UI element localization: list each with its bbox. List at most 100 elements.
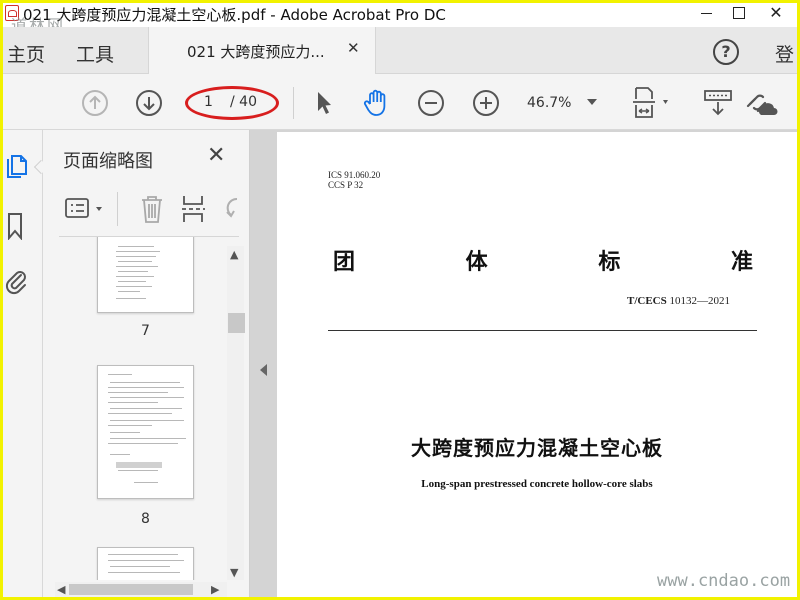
page-fit-icon[interactable]: [630, 85, 674, 121]
navigation-rail: [3, 130, 49, 597]
scroll-mode-icon[interactable]: [702, 87, 734, 119]
thumbnail-horizontal-scrollbar[interactable]: ◀ ▶: [55, 582, 227, 597]
thumbnail-text-line: [110, 397, 184, 398]
page-thumbnails-icon[interactable]: [6, 154, 28, 180]
thumbnail-text-line: [108, 554, 178, 555]
zoom-dropdown-chevron-icon[interactable]: [587, 99, 597, 105]
standard-type-char: 标: [598, 250, 621, 275]
standard-number-prefix: T/CECS: [627, 295, 667, 307]
thumbnail-text-line: [118, 271, 148, 272]
thumbnail-text-line: [108, 560, 184, 561]
thumbnail-text-line: [108, 572, 180, 573]
thumbnail-list: 7 8: [43, 237, 243, 580]
thumbnail-text-line: [108, 425, 152, 426]
horizontal-scroll-thumb[interactable]: [69, 584, 193, 595]
standard-type-heading: 团 体 标 准: [333, 244, 753, 276]
thumbnails-panel: 页面缩略图 ✕ 7 8 ▲ ▼ ◀ ▶: [43, 130, 250, 597]
thumbnail-text-line: [108, 392, 168, 393]
standard-number-value: 10132—2021: [666, 295, 731, 307]
ics-line: ICS 91.060.20: [328, 170, 381, 180]
thumbnail-text-line: [110, 566, 170, 567]
scroll-right-arrow-icon[interactable]: ▶: [211, 583, 219, 596]
thumbnail-text-line: [134, 482, 158, 483]
insert-page-icon[interactable]: [180, 194, 206, 224]
trash-icon[interactable]: [139, 194, 165, 224]
attachments-icon[interactable]: [5, 266, 27, 296]
collapse-panel-icon[interactable]: [260, 364, 267, 376]
previous-page-icon[interactable]: [81, 89, 109, 117]
thumbnail-text-line: [116, 286, 152, 287]
thumbnail-text-line: [116, 266, 158, 267]
thumbnail-text-line: [110, 420, 184, 421]
scroll-up-arrow-icon[interactable]: ▲: [230, 248, 238, 261]
app-window: 021 大跨度预应力混凝土空心板.pdf - Adobe Acrobat Pro…: [3, 3, 797, 597]
ccs-line: CCS P 32: [328, 180, 364, 190]
zoom-level-value[interactable]: 46.7%: [527, 95, 571, 111]
tab-close-icon[interactable]: ✕: [347, 39, 360, 57]
thumbnail-vertical-scrollbar[interactable]: ▲ ▼: [227, 246, 245, 580]
sign-in-link[interactable]: 登: [775, 40, 794, 67]
next-page-icon[interactable]: [135, 89, 163, 117]
thumbnail-text-line: [118, 470, 158, 471]
thumbnail-text-line: [108, 387, 184, 388]
thumbnail-text-line: [108, 402, 158, 403]
tab-document[interactable]: 021 大跨度预应力... ✕: [148, 27, 376, 74]
standard-number: T/CECS 10132—2021: [627, 295, 730, 307]
pdf-page[interactable]: ICS 91.060.20 CCS P 32 团 体 标 准 T/CECS 10…: [277, 132, 797, 597]
panel-title: 页面缩略图: [63, 151, 153, 172]
thumbnail-figure: [116, 462, 162, 468]
header-rule: [328, 330, 757, 331]
maximize-button[interactable]: [723, 3, 753, 23]
thumbnail-text-line: [118, 281, 146, 282]
thumbnail-text-line: [108, 413, 172, 414]
minimize-button[interactable]: [693, 3, 721, 23]
toolbar-divider: [293, 87, 294, 119]
thumbnail-text-line: [110, 408, 182, 409]
select-arrow-icon[interactable]: [313, 89, 335, 117]
panel-close-icon[interactable]: ✕: [207, 143, 225, 168]
toolbar: 1 / 40 46.7%: [3, 75, 797, 130]
thumbnail-text-line: [116, 256, 156, 257]
document-title-cn: 大跨度预应力混凝土空心板: [411, 436, 663, 460]
standard-type-char: 体: [465, 250, 488, 275]
share-link-icon[interactable]: [745, 87, 779, 119]
thumbnail-page-number: 8: [141, 511, 150, 527]
help-icon[interactable]: ?: [713, 39, 739, 65]
thumbnail-text-line: [116, 276, 154, 277]
thumbnail-text-line: [118, 291, 140, 292]
thumbnail-page-7[interactable]: [97, 237, 194, 313]
vertical-scroll-thumb[interactable]: [228, 313, 245, 333]
bookmarks-icon[interactable]: [7, 212, 23, 240]
thumbnail-page-8[interactable]: [97, 365, 194, 499]
zoom-out-icon[interactable]: [417, 89, 445, 117]
scroll-left-arrow-icon[interactable]: ◀: [57, 583, 65, 596]
thumbnail-options-icon[interactable]: [65, 196, 107, 222]
thumbnail-text-line: [118, 261, 152, 262]
nav-home[interactable]: 主页: [7, 40, 45, 67]
thumbnail-page-number: 7: [141, 323, 150, 339]
red-highlight-oval: [185, 86, 279, 120]
standard-type-char: 团: [333, 250, 356, 275]
thumbnail-text-line: [108, 374, 132, 375]
thumbnail-page-9[interactable]: [97, 547, 194, 580]
thumbnail-text-line: [118, 246, 154, 247]
thumbnail-text-line: [116, 298, 146, 299]
watermark-bottom-right: www.cndao.com: [657, 571, 791, 591]
nav-tools[interactable]: 工具: [76, 40, 114, 67]
undo-icon[interactable]: [223, 196, 245, 222]
thumbnail-text-line: [110, 432, 140, 433]
thumbnail-text-line: [116, 251, 160, 252]
panel-toolbar-divider: [117, 192, 118, 226]
hand-tool-icon[interactable]: [361, 87, 393, 119]
thumbnail-text-line: [110, 438, 186, 439]
close-window-button[interactable]: ✕: [758, 3, 794, 23]
thumbnail-text-line: [108, 443, 178, 444]
scroll-down-arrow-icon[interactable]: ▼: [230, 566, 238, 579]
zoom-in-icon[interactable]: [472, 89, 500, 117]
standard-type-char: 准: [730, 250, 753, 275]
document-title-en: Long-span prestressed concrete hollow-co…: [421, 478, 653, 490]
tab-document-label: 021 大跨度预应力...: [187, 43, 325, 61]
thumbnail-text-line: [110, 382, 180, 383]
title-bar: 021 大跨度预应力混凝土空心板.pdf - Adobe Acrobat Pro…: [3, 3, 797, 35]
page-number-field[interactable]: 1 / 40: [185, 86, 279, 120]
